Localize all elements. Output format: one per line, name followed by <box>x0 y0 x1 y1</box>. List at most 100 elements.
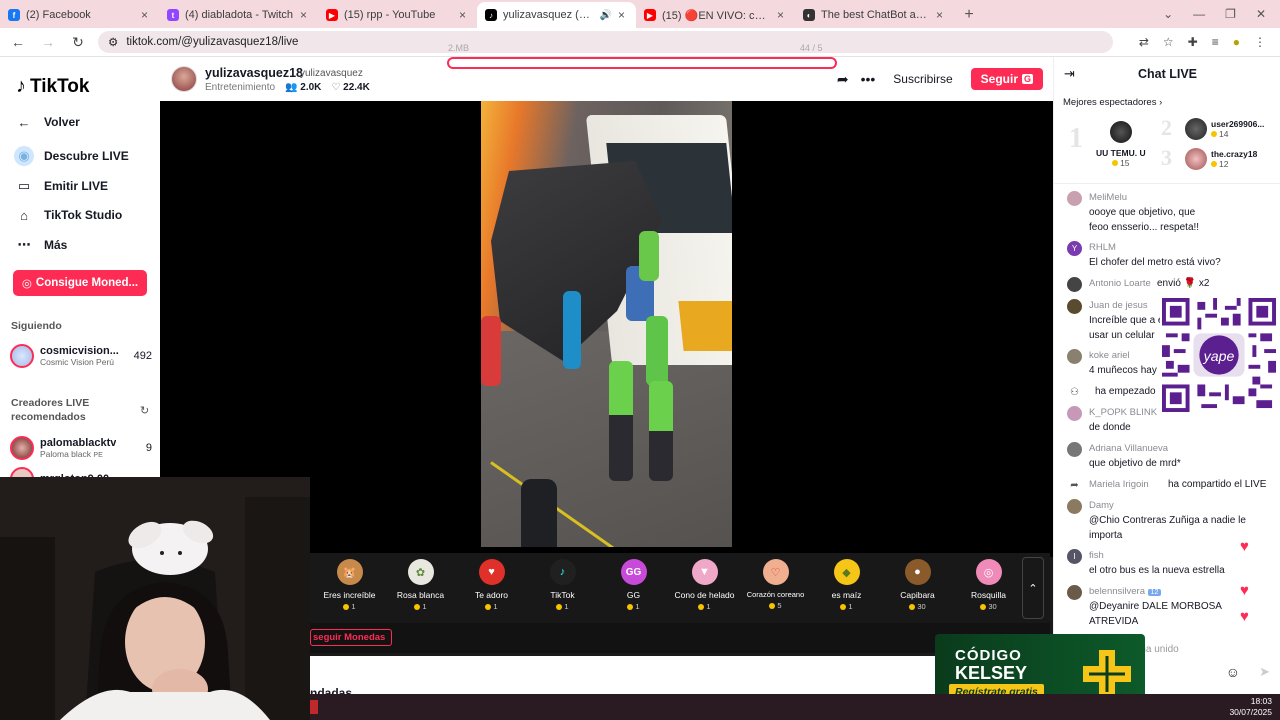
menu-icon[interactable]: ⋮ <box>1254 35 1266 49</box>
gift-item[interactable]: 🐹 Eres increíble 1 <box>314 553 385 623</box>
close-icon[interactable]: × <box>459 8 469 22</box>
browser-tab[interactable]: ◐ The best ChatBot and Widget × <box>795 2 954 28</box>
host-handle: yulizavasquez <box>300 68 363 79</box>
recommended-item[interactable]: palomablacktv Paloma black PE 9 <box>10 436 152 460</box>
refresh-icon[interactable]: ↻ <box>140 404 149 417</box>
minimize-icon[interactable]: — <box>1193 7 1205 21</box>
host-name[interactable]: yulizavasquez18 <box>205 66 303 80</box>
discover-live-icon: ◉ <box>14 146 34 166</box>
capybara-gift-icon: ● <box>904 559 931 585</box>
tiktok-logo[interactable]: ♪ TikTok <box>16 75 89 98</box>
avatar <box>10 436 34 460</box>
speaker-icon[interactable]: 🔊 <box>600 10 612 21</box>
following-item[interactable]: cosmicvision... Cosmic Vision Perú 492 <box>10 344 152 368</box>
gift-item[interactable]: ♡ Corazón coreano 5 <box>740 553 811 623</box>
overlay-left-text: 2.MB <box>448 43 470 53</box>
reload-icon[interactable]: ↻ <box>66 30 90 54</box>
close-icon[interactable]: × <box>300 8 310 22</box>
gift-expand-button[interactable]: ⌃ <box>1022 557 1044 619</box>
person-figure <box>563 291 581 369</box>
gift-item[interactable]: GG GG 1 <box>598 553 669 623</box>
share-icon[interactable]: ➦ <box>837 71 849 88</box>
gift-item[interactable]: ▼ Cono de helado 1 <box>669 553 740 623</box>
heart-icon: ♥ <box>1240 582 1249 599</box>
tab-search-icon[interactable]: ⌄ <box>1163 7 1173 21</box>
coin-icon <box>1211 161 1217 167</box>
nav-go-live[interactable]: ▭ Emitir LIVE <box>14 176 108 196</box>
browser-toolbar: ← → ↻ ⚙ tiktok.com/@yulizavasquez18/live… <box>0 28 1280 57</box>
get-coins-button[interactable]: ◎ Consigue Moned... <box>13 270 147 296</box>
follow-button[interactable]: Seguir G <box>970 68 1043 90</box>
chatbot-icon: ◐ <box>803 9 815 21</box>
close-icon[interactable]: × <box>618 8 628 22</box>
avatar <box>1185 148 1207 170</box>
gift-item[interactable]: ● Capibara 30 <box>882 553 953 623</box>
nav-tiktok-studio[interactable]: ⌂ TikTok Studio <box>14 205 122 225</box>
taskbar-app-icon[interactable] <box>310 700 318 714</box>
promo-logo-icon <box>1083 650 1131 698</box>
forward-icon[interactable]: → <box>36 30 60 54</box>
nav-discover-live[interactable]: ◉ Descubre LIVE <box>14 146 129 166</box>
emoji-icon[interactable]: ☺ <box>1226 664 1240 680</box>
avatar <box>1067 191 1082 206</box>
close-window-icon[interactable]: ✕ <box>1256 7 1266 21</box>
avatar <box>10 344 34 368</box>
corn-gift-icon: ◆ <box>833 559 860 585</box>
close-icon[interactable]: × <box>936 8 946 22</box>
host-avatar[interactable] <box>171 66 197 92</box>
browser-tab-strip: f (2) Facebook × t (4) diabladota - Twit… <box>0 0 1280 28</box>
qr-code-icon: yape <box>1162 298 1276 412</box>
webcam-scene <box>0 477 310 720</box>
browser-tab[interactable]: ▶ (15) 🔴EN VIVO: choque de M × <box>636 2 795 28</box>
gift-item[interactable]: ✿ Rosa blanca 1 <box>385 553 456 623</box>
coin-icon <box>909 603 916 610</box>
gift-item[interactable]: ♥ Te adoro 1 <box>456 553 527 623</box>
nav-more[interactable]: ⋯ Más <box>14 235 68 255</box>
profile-icon[interactable]: ● <box>1233 35 1240 49</box>
stream-header: yulizavasquez18 yulizavasquez Entretenim… <box>160 57 1053 101</box>
top-viewers-link[interactable]: Mejores espectadores › <box>1063 97 1162 108</box>
coin-icon <box>556 603 563 610</box>
gift-item[interactable]: ◎ Rosquilla 30 <box>953 553 1024 623</box>
gift-item[interactable]: ♪ TikTok 1 <box>527 553 598 623</box>
avatar <box>1067 585 1082 600</box>
back-icon[interactable]: ← <box>6 30 30 54</box>
subscribe-button[interactable]: Suscribirse <box>887 68 958 90</box>
category[interactable]: Entretenimiento <box>205 82 275 93</box>
site-info-icon[interactable]: ⚙ <box>108 35 118 49</box>
browser-tab[interactable]: ▶ (15) rpp - YouTube × <box>318 2 477 28</box>
bus-stripe <box>678 301 732 351</box>
browser-tab-active[interactable]: ♪ yulizavasquez (@yulizavasquez 🔊 × <box>477 2 636 28</box>
chevron-up-icon: ⌃ <box>1028 582 1038 595</box>
close-icon[interactable]: × <box>141 8 151 22</box>
new-tab-button[interactable]: + <box>958 4 980 26</box>
ice-cream-gift-icon: ▼ <box>691 559 718 585</box>
korean-heart-gift-icon: ♡ <box>762 559 789 585</box>
close-icon[interactable]: × <box>777 8 787 22</box>
top-viewer[interactable]: the.crazy18 12 <box>1185 148 1257 170</box>
arrow-left-icon: ← <box>17 114 31 130</box>
viewer-count: 492 <box>133 350 152 362</box>
get-coins-link[interactable]: seguir Monedas <box>310 629 393 646</box>
more-dots-icon: ⋯ <box>17 237 31 252</box>
coin-icon <box>485 603 492 610</box>
coin-icon <box>980 603 987 610</box>
extensions-icon[interactable]: ✚ <box>1188 35 1198 49</box>
top-viewer[interactable]: user269906... 14 <box>1185 118 1264 140</box>
rank-number: 2 <box>1161 115 1172 140</box>
browser-tab[interactable]: t (4) diabladota - Twitch × <box>159 2 318 28</box>
media-icon[interactable]: ≡ <box>1212 35 1219 49</box>
translate-icon[interactable]: ⇄ <box>1139 35 1149 49</box>
maximize-icon[interactable]: ❐ <box>1225 7 1236 21</box>
browser-tab[interactable]: f (2) Facebook × <box>0 2 159 28</box>
avatar <box>1067 299 1082 314</box>
more-options-icon[interactable]: ••• <box>861 71 876 87</box>
gift-item[interactable]: ◆ es maíz 1 <box>811 553 882 623</box>
bookmark-star-icon[interactable]: ☆ <box>1163 35 1174 49</box>
send-icon[interactable]: ➤ <box>1259 664 1270 680</box>
tab-title: yulizavasquez (@yulizavasquez <box>503 9 594 21</box>
address-bar[interactable]: ⚙ tiktok.com/@yulizavasquez18/live <box>98 31 1113 53</box>
nav-back[interactable]: ← Volver <box>14 112 80 132</box>
top-viewer[interactable]: UU TEMU. U 15 <box>1096 121 1146 168</box>
stream-overlay-bar <box>447 57 837 69</box>
